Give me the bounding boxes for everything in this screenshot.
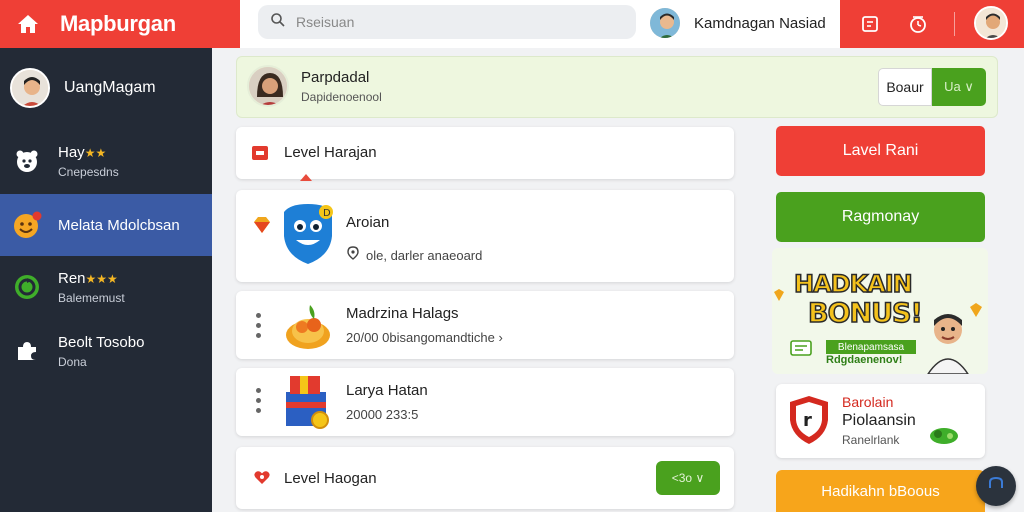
bonus-tag: Blenapamsasa — [826, 340, 916, 354]
sidebar-item-label: Beolt Tosobo — [58, 333, 145, 351]
sidebar-item-sub: Balememust — [58, 290, 125, 305]
app-title[interactable]: Mapburgan — [60, 11, 176, 37]
user-name: Kamdnagan Nasiad — [694, 14, 826, 32]
card-subtitle: 20/00 0bisangomandtiche › — [346, 330, 503, 345]
money-icon — [928, 424, 960, 451]
level-dropdown-button[interactable]: <3o ∨ — [656, 461, 720, 495]
sidebar-avatar — [10, 68, 50, 108]
floating-action-button[interactable] — [976, 466, 1016, 506]
header-actions — [840, 0, 1024, 48]
user-chip[interactable]: Kamdnagan Nasiad — [648, 5, 826, 41]
gem-icon — [252, 216, 272, 239]
drag-handle-icon[interactable] — [256, 313, 262, 338]
notice-button[interactable]: Boaur — [878, 68, 932, 106]
rating-stars: ★★★ — [85, 271, 118, 286]
heart-icon — [254, 470, 270, 490]
refresh-icon — [12, 272, 42, 302]
location-pin-icon — [346, 246, 360, 265]
profile-avatar[interactable] — [974, 6, 1008, 40]
promo-title: Barolain — [842, 394, 894, 410]
card-title: Level Haogan — [284, 470, 377, 487]
home-icon[interactable] — [14, 10, 42, 38]
card-title: Aroian — [346, 214, 390, 231]
pointer-arrow — [300, 174, 312, 181]
sidebar-item-label: Hay — [58, 143, 85, 161]
sidebar-item-sub: Cnepesdns — [58, 164, 119, 179]
list-item[interactable]: D Aroian ole, darler anaeoard — [236, 190, 734, 282]
promo-name: Piolaansin — [842, 412, 916, 429]
level-card[interactable]: Level Harajan — [236, 127, 734, 179]
list-item[interactable]: Larya Hatan 20000 233:5 — [236, 368, 734, 436]
rating-stars: ★★ — [84, 145, 107, 160]
shield-mascot-icon: D — [280, 202, 336, 271]
avatar — [648, 6, 682, 40]
chat-icon — [987, 475, 1005, 498]
sidebar-item-ren[interactable]: Ren★★★ Balememust — [0, 256, 212, 318]
drag-handle-icon[interactable] — [256, 388, 262, 413]
svg-text:r: r — [803, 410, 812, 431]
notice-name: Parpdadal — [301, 68, 370, 86]
sidebar-item-melata[interactable]: Melata Mdolcbsan — [0, 194, 212, 256]
notice-user[interactable]: Parpdadal Dapidenoenool — [247, 65, 382, 107]
sidebar-item-label: Ren — [58, 269, 86, 287]
puzzle-icon — [12, 336, 42, 366]
sidebar-item-label: Melata Mdolcbsan — [58, 216, 180, 234]
sidebar-item-hay[interactable]: Hay★★ Cnepesdns — [0, 130, 212, 192]
search-input[interactable]: Rseisuan — [258, 5, 636, 39]
card-title: Larya Hatan — [346, 382, 428, 399]
svg-text:D: D — [323, 208, 331, 219]
card-title: Madrzina Halags — [346, 305, 459, 322]
notice-dropdown-button[interactable]: Ua ∨ — [932, 68, 986, 106]
search-icon — [270, 12, 286, 33]
bonus-tag-sub: Rdgdaenenov! — [826, 354, 903, 366]
top-bar: Mapburgan Rseisuan Kamdnagan Nasiad — [0, 0, 1024, 48]
notice-buttons: Boaur Ua ∨ — [878, 68, 986, 106]
food-bowl-icon — [284, 301, 332, 356]
ticket-icon — [790, 340, 812, 361]
sidebar-user-name: UangMagam — [64, 79, 156, 96]
bonus-banner[interactable]: HADKAIN BONUS! Blenapamsasa Rdgdaenenov! — [772, 248, 988, 374]
gift-boxes-icon — [282, 372, 332, 435]
notice-sub: Dapidenoenool — [301, 89, 382, 104]
sidebar-item-beolt[interactable]: Beolt Tosobo Dona — [0, 320, 212, 382]
level-rank-button[interactable]: Lavel Rani — [776, 126, 985, 176]
bonus-heading: HADKAIN — [793, 269, 913, 299]
search-placeholder: Rseisuan — [296, 14, 355, 30]
mascot-icon — [922, 308, 974, 374]
promo-sub: Ranelrlank — [842, 433, 900, 447]
notice-avatar — [247, 65, 289, 107]
notes-icon[interactable] — [858, 12, 882, 36]
bonus-heading-2: BONUS! — [807, 297, 923, 330]
card-subtitle: ole, darler anaeoard — [366, 248, 483, 263]
coin-icon — [772, 288, 786, 307]
bonus-button[interactable]: Hadikahn bBoous — [776, 470, 985, 512]
card-location: ole, darler anaeoard — [346, 246, 482, 265]
header-divider — [954, 12, 955, 36]
badge-shield-icon: r — [786, 394, 832, 451]
brand-area: Mapburgan — [0, 0, 240, 48]
list-item[interactable]: Madrzina Halags 20/00 0bisangomandtiche … — [236, 291, 734, 359]
flag-icon — [252, 146, 268, 165]
card-title: Level Harajan — [284, 144, 377, 161]
tiger-icon — [12, 146, 42, 176]
sidebar-user[interactable]: UangMagam — [10, 68, 156, 108]
sidebar-item-sub: Dona — [58, 354, 87, 369]
card-subtitle: 20000 233:5 — [346, 407, 419, 422]
sidebar: UangMagam Hay★★ Cnepesdns Melata Mdolcbs… — [0, 48, 212, 512]
clock-icon[interactable] — [906, 12, 930, 36]
emoji-icon — [12, 210, 42, 240]
ragmonay-button[interactable]: Ragmonay — [776, 192, 985, 242]
promo-card[interactable]: r Barolain Piolaansin Ranelrlank — [776, 384, 985, 458]
